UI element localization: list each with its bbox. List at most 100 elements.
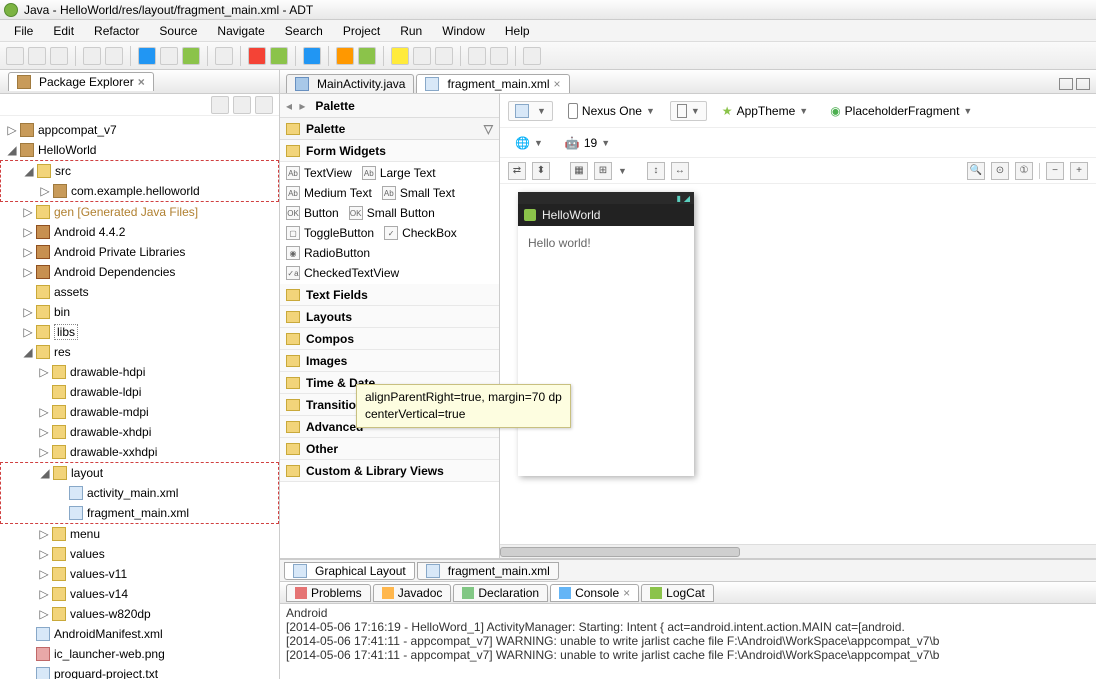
device-dropdown[interactable]: Nexus One▼ — [561, 100, 662, 122]
tree-node[interactable]: fragment_main.xml — [1, 503, 278, 523]
tree-node[interactable]: ▷bin — [0, 302, 279, 322]
menu-edit[interactable]: Edit — [45, 22, 82, 40]
expand-icon[interactable]: ▷ — [22, 325, 34, 339]
tree-node[interactable]: ▷values-w820dp — [0, 604, 279, 624]
tree-node[interactable]: ▷values-v14 — [0, 584, 279, 604]
tree-node[interactable]: ▷drawable-hdpi — [0, 362, 279, 382]
tree-node[interactable]: ◢HelloWorld — [0, 140, 279, 160]
view-menu-button[interactable] — [255, 96, 273, 114]
task-button[interactable] — [435, 47, 453, 65]
zoom-actual-button[interactable]: ① — [1015, 162, 1033, 180]
hello-text[interactable]: Hello world! — [528, 236, 591, 250]
palette-item[interactable]: AbLarge Text — [362, 166, 436, 180]
expand-icon[interactable]: ▷ — [22, 245, 34, 259]
palette-group-compos[interactable]: Compos — [280, 328, 499, 350]
tree-node[interactable]: activity_main.xml — [1, 483, 278, 503]
avd-manager-button[interactable] — [160, 47, 178, 65]
tab-fragment-main[interactable]: fragment_main.xml × — [416, 74, 569, 93]
collapse-all-button[interactable] — [211, 96, 229, 114]
menu-refactor[interactable]: Refactor — [86, 22, 147, 40]
expand-icon[interactable]: ▷ — [22, 265, 34, 279]
export-button[interactable] — [105, 47, 123, 65]
palette-item[interactable]: ✓CheckBox — [384, 226, 457, 240]
new-button[interactable] — [6, 47, 24, 65]
perspective-button[interactable] — [523, 47, 541, 65]
palette-group-text-fields[interactable]: Text Fields — [280, 284, 499, 306]
tree-node[interactable]: ic_launcher-web.png — [0, 644, 279, 664]
forward-button[interactable] — [490, 47, 508, 65]
debug-button[interactable] — [248, 47, 266, 65]
tree-node[interactable]: ▷Android Private Libraries — [0, 242, 279, 262]
palette-group-form-widgets[interactable]: Form Widgets — [280, 140, 499, 162]
run-last-button[interactable] — [303, 47, 321, 65]
tree-node[interactable]: ▷libs — [0, 322, 279, 342]
view-javadoc[interactable]: Javadoc — [373, 584, 452, 602]
toggle-viewport-button[interactable]: ⬍ — [532, 162, 550, 180]
expand-icon[interactable]: ▷ — [6, 123, 18, 137]
scrollbar-thumb[interactable] — [500, 547, 740, 557]
menu-file[interactable]: File — [6, 22, 41, 40]
save-button[interactable] — [28, 47, 46, 65]
expand-icon[interactable]: ▷ — [22, 205, 34, 219]
run-button[interactable] — [270, 47, 288, 65]
tree-node[interactable]: ▷gen [Generated Java Files] — [0, 202, 279, 222]
palette-group-images[interactable]: Images — [280, 350, 499, 372]
expand-icon[interactable]: ◢ — [6, 143, 18, 157]
menu-run[interactable]: Run — [392, 22, 430, 40]
chevron-down-icon[interactable]: ▽ — [484, 122, 493, 136]
palette-nav[interactable]: ◂ ▸ — [286, 99, 307, 113]
view-console[interactable]: Console× — [550, 584, 639, 602]
show-grid-button[interactable]: ⊞ — [594, 162, 612, 180]
tree-node[interactable]: proguard-project.txt — [0, 664, 279, 679]
new-class-button[interactable] — [358, 47, 376, 65]
zoom-out-button[interactable]: − — [1046, 162, 1064, 180]
tree-node[interactable]: ◢layout — [1, 463, 278, 483]
expand-icon[interactable]: ▷ — [38, 365, 50, 379]
import-button[interactable] — [83, 47, 101, 65]
expand-icon[interactable]: ▷ — [39, 184, 51, 198]
activity-dropdown[interactable]: ◉PlaceholderFragment▼ — [823, 101, 979, 121]
palette-item[interactable]: AbMedium Text — [286, 186, 372, 200]
tree-node[interactable]: ▷appcompat_v7 — [0, 120, 279, 140]
back-button[interactable] — [468, 47, 486, 65]
annotate-button[interactable] — [413, 47, 431, 65]
zoom-reset-button[interactable]: 🔍 — [967, 162, 985, 180]
tree-node[interactable]: drawable-ldpi — [0, 382, 279, 402]
expand-icon[interactable]: ▷ — [38, 445, 50, 459]
tree-node[interactable]: ▷com.example.helloworld — [1, 181, 278, 201]
tree-node[interactable]: ▷drawable-xhdpi — [0, 422, 279, 442]
tree-node[interactable]: AndroidManifest.xml — [0, 624, 279, 644]
console-output[interactable]: Android [2014-05-06 17:16:19 - HelloWord… — [280, 603, 1096, 679]
tab-xml-source[interactable]: fragment_main.xml — [417, 562, 559, 580]
config-dropdown[interactable]: ▼ — [508, 101, 553, 121]
tree-node[interactable]: ▷menu — [0, 524, 279, 544]
expand-icon[interactable]: ▷ — [38, 405, 50, 419]
expand-button[interactable]: ↕ — [647, 162, 665, 180]
palette-item[interactable]: OKButton — [286, 206, 339, 220]
menu-help[interactable]: Help — [497, 22, 538, 40]
screen-content[interactable]: Hello world! — [518, 226, 694, 476]
theme-dropdown[interactable]: ★AppTheme▼ — [715, 101, 815, 121]
close-icon[interactable]: × — [623, 586, 630, 600]
zoom-in-button[interactable]: + — [1070, 162, 1088, 180]
menu-navigate[interactable]: Navigate — [209, 22, 272, 40]
new-project-button[interactable] — [215, 47, 233, 65]
locale-dropdown[interactable]: 🌐▼ — [508, 133, 550, 153]
close-icon[interactable]: × — [554, 77, 561, 91]
expand-icon[interactable]: ▷ — [38, 567, 50, 581]
palette-subheader[interactable]: Palette ▽ — [280, 118, 499, 140]
menu-source[interactable]: Source — [151, 22, 205, 40]
link-editor-button[interactable] — [233, 96, 251, 114]
tree-node[interactable]: ◢res — [0, 342, 279, 362]
tab-graphical-layout[interactable]: Graphical Layout — [284, 562, 415, 580]
view-problems[interactable]: Problems — [286, 584, 371, 602]
show-outline-button[interactable]: ▦ — [570, 162, 588, 180]
palette-item[interactable]: ✓aCheckedTextView — [286, 266, 399, 280]
palette-group-other[interactable]: Other — [280, 438, 499, 460]
lint-button[interactable] — [182, 47, 200, 65]
expand-icon[interactable]: ▷ — [38, 547, 50, 561]
new-package-button[interactable] — [336, 47, 354, 65]
expand-icon[interactable]: ◢ — [39, 466, 51, 480]
editor-minmax[interactable] — [1056, 78, 1090, 93]
view-declaration[interactable]: Declaration — [453, 584, 548, 602]
